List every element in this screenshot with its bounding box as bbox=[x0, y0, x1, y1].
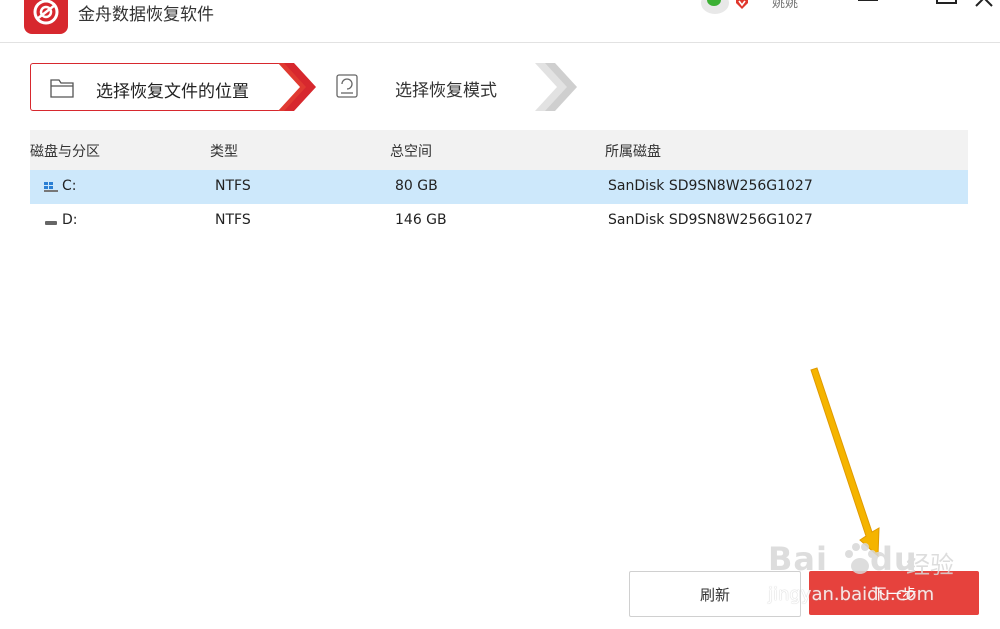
partition-size: 146 GB bbox=[395, 212, 447, 228]
watermark: Bai du 经验 jingyan.baidu.com bbox=[768, 540, 978, 610]
step-1-label: 选择恢复文件的位置 bbox=[96, 82, 249, 102]
step-indicator: 选择恢复文件的位置 选择恢复模式 bbox=[30, 63, 590, 111]
table-row[interactable]: D: NTFS 146 GB SanDisk SD9SN8W256G1027 bbox=[30, 204, 968, 238]
folder-icon bbox=[50, 79, 74, 98]
drive-icon bbox=[45, 221, 57, 225]
app-title: 金舟数据恢复软件 bbox=[78, 5, 214, 25]
vip-badge-icon bbox=[736, 0, 748, 9]
partition-disk: SanDisk SD9SN8W256G1027 bbox=[608, 212, 813, 228]
disk-mode-icon bbox=[336, 74, 358, 98]
partition-type: NTFS bbox=[215, 178, 251, 194]
windows-drive-icon bbox=[44, 182, 58, 192]
partition-type: NTFS bbox=[215, 212, 251, 228]
watermark-jingyan: 经验 bbox=[906, 551, 954, 579]
app-logo bbox=[24, 0, 68, 34]
wechat-icon[interactable] bbox=[701, 0, 729, 14]
column-header-partition[interactable]: 磁盘与分区 bbox=[30, 141, 100, 161]
close-icon[interactable] bbox=[972, 0, 998, 12]
table-header: 磁盘与分区 类型 总空间 所属磁盘 bbox=[30, 130, 968, 170]
watermark-url: jingyan.baidu.com bbox=[768, 584, 935, 605]
minimize-icon[interactable] bbox=[896, 0, 922, 12]
step-select-location[interactable]: 选择恢复文件的位置 bbox=[30, 63, 285, 111]
title-bar: 金舟数据恢复软件 姚姚 bbox=[0, 0, 1000, 43]
user-name[interactable]: 姚姚 bbox=[772, 0, 798, 11]
partition-table: 磁盘与分区 类型 总空间 所属磁盘 C: NTFS 80 GB SanDisk … bbox=[30, 130, 968, 238]
step-2-chevron bbox=[535, 63, 577, 111]
column-header-size[interactable]: 总空间 bbox=[390, 141, 432, 161]
paw-icon bbox=[845, 543, 876, 574]
partition-name: C: bbox=[62, 178, 77, 194]
step-2-label: 选择恢复模式 bbox=[395, 81, 497, 101]
partition-name: D: bbox=[62, 212, 78, 228]
column-header-disk[interactable]: 所属磁盘 bbox=[605, 141, 661, 161]
table-row[interactable]: C: NTFS 80 GB SanDisk SD9SN8W256G1027 bbox=[30, 170, 968, 204]
menu-icon[interactable] bbox=[856, 0, 882, 12]
partition-size: 80 GB bbox=[395, 178, 438, 194]
column-header-type[interactable]: 类型 bbox=[210, 141, 238, 161]
maximize-icon[interactable] bbox=[934, 0, 960, 12]
partition-disk: SanDisk SD9SN8W256G1027 bbox=[608, 178, 813, 194]
